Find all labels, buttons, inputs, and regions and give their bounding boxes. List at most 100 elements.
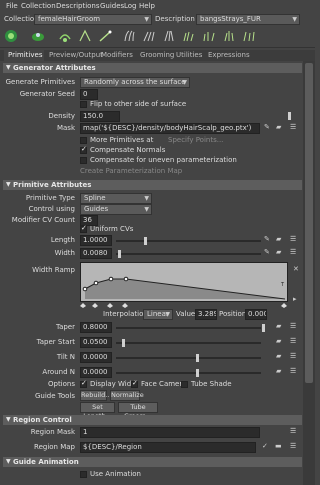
width-slider-knob[interactable] bbox=[118, 250, 121, 258]
scrollbar[interactable] bbox=[303, 61, 315, 485]
hair-brush-icon[interactable] bbox=[162, 29, 176, 43]
hair-icon[interactable] bbox=[122, 29, 136, 43]
guide-tool-icon[interactable] bbox=[78, 29, 92, 43]
menu-help[interactable]: Help bbox=[139, 2, 155, 10]
set-length-button[interactable]: Set Length... bbox=[80, 402, 115, 420]
rebuild-button[interactable]: Rebuild... bbox=[80, 390, 111, 401]
scrollbar-thumb[interactable] bbox=[305, 63, 313, 383]
menu-guides[interactable]: Guides bbox=[100, 2, 124, 10]
flip-checkbox[interactable] bbox=[80, 101, 87, 108]
tilt-n-slider-knob[interactable] bbox=[196, 354, 199, 362]
tab-preview-output[interactable]: Preview/Output bbox=[47, 50, 103, 61]
menu-lines-icon[interactable]: ☰ bbox=[290, 123, 296, 131]
menu-lines-icon[interactable]: ☰ bbox=[290, 337, 296, 345]
tilt-n-slider[interactable] bbox=[116, 357, 261, 359]
display-width-checkbox[interactable] bbox=[80, 379, 87, 388]
region-map-field[interactable]: ${DESC}/Region bbox=[80, 442, 256, 453]
hair-comb-icon[interactable] bbox=[142, 29, 156, 43]
around-n-slider[interactable] bbox=[116, 372, 261, 374]
grass-icon[interactable] bbox=[222, 29, 236, 43]
menu-lines-icon[interactable]: ☰ bbox=[290, 235, 296, 243]
length-slider-knob[interactable] bbox=[144, 237, 147, 245]
paint-icon[interactable]: ▰ bbox=[276, 248, 281, 256]
generate-primitives-dropdown[interactable]: Randomly across the surface ▼ bbox=[80, 77, 190, 88]
section-guide-animation[interactable]: ▼ Guide Animation bbox=[3, 457, 302, 467]
tab-modifiers[interactable]: Modifiers bbox=[99, 50, 133, 61]
collection-dropdown[interactable]: femaleHairGroom ▼ bbox=[34, 14, 152, 25]
section-generator-attributes[interactable]: ▼ Generator Attributes bbox=[3, 63, 302, 73]
chevron-right-icon[interactable]: ▸ bbox=[293, 295, 297, 303]
uniform-cvs-checkbox[interactable] bbox=[80, 224, 87, 233]
menu-log[interactable]: Log bbox=[124, 2, 137, 10]
control-using-dropdown[interactable]: Guides ▼ bbox=[80, 204, 152, 215]
guide-edit-icon[interactable] bbox=[98, 29, 112, 43]
normalize-button[interactable]: Normalize bbox=[110, 390, 144, 401]
use-animation-checkbox[interactable] bbox=[80, 471, 87, 478]
tube-shade-checkbox[interactable] bbox=[181, 381, 188, 388]
primitive-type-dropdown[interactable]: Spline ▼ bbox=[80, 193, 152, 204]
paint-icon[interactable]: ▰ bbox=[276, 235, 281, 243]
around-n-slider-knob[interactable] bbox=[196, 369, 199, 377]
ramp-position-field[interactable]: 0.000 bbox=[245, 309, 267, 320]
ramp-value-field[interactable]: 3.289 bbox=[195, 309, 217, 320]
more-primitives-checkbox[interactable] bbox=[80, 137, 87, 144]
paint-icon[interactable]: ▰ bbox=[276, 367, 281, 375]
close-icon[interactable]: ✕ bbox=[293, 265, 299, 273]
menu-lines-icon[interactable]: ☰ bbox=[290, 427, 296, 435]
menu-lines-icon[interactable]: ☰ bbox=[290, 248, 296, 256]
width-field[interactable]: 0.0080 bbox=[80, 248, 112, 259]
menu-lines-icon[interactable]: ☰ bbox=[290, 322, 296, 330]
brush-icon[interactable]: ✓ bbox=[262, 442, 268, 450]
tab-expressions[interactable]: Expressions bbox=[206, 50, 250, 61]
grass-icon[interactable] bbox=[182, 29, 196, 43]
section-region-control[interactable]: ▼ Region Control bbox=[3, 415, 302, 425]
paint-icon[interactable]: ▰ bbox=[276, 322, 281, 330]
length-field[interactable]: 1.0000 bbox=[80, 235, 112, 246]
taper-slider[interactable] bbox=[116, 327, 261, 329]
menu-lines-icon[interactable]: ☰ bbox=[290, 352, 296, 360]
taper-start-field[interactable]: 0.0500 bbox=[80, 337, 112, 348]
section-primitive-attributes[interactable]: ▼ Primitive Attributes bbox=[3, 180, 302, 190]
expression-edit-icon[interactable]: ✎ bbox=[264, 123, 270, 131]
tilt-n-field[interactable]: 0.0000 bbox=[80, 352, 112, 363]
paint-icon[interactable]: ▰ bbox=[276, 337, 281, 345]
interpolation-dropdown[interactable]: Linear ▼ bbox=[143, 309, 173, 320]
density-field[interactable]: 150.0 bbox=[80, 111, 120, 122]
taper-slider-knob[interactable] bbox=[262, 324, 265, 332]
width-slider[interactable] bbox=[116, 253, 261, 255]
tab-primitives[interactable]: Primitives bbox=[4, 50, 44, 61]
region-mask-field[interactable]: 1 bbox=[80, 427, 260, 438]
width-ramp-editor[interactable]: T bbox=[80, 262, 288, 302]
menu-lines-icon[interactable]: ☰ bbox=[290, 442, 296, 450]
density-slider-knob[interactable] bbox=[288, 112, 291, 120]
around-n-field[interactable]: 0.0000 bbox=[80, 367, 112, 378]
tab-utilities[interactable]: Utilities bbox=[174, 50, 202, 61]
grass-icon[interactable] bbox=[202, 29, 216, 43]
expression-edit-icon[interactable]: ✎ bbox=[264, 235, 270, 243]
mask-field[interactable]: map('${DESC}/density/bodyHairScalp_geo.p… bbox=[80, 123, 260, 134]
menu-collection[interactable]: Collection bbox=[21, 2, 56, 10]
expression-edit-icon[interactable]: ✎ bbox=[264, 248, 270, 256]
paint-icon[interactable]: ▰ bbox=[276, 352, 281, 360]
create-param-map-button[interactable]: Create Parameterization Map bbox=[80, 167, 182, 175]
menu-descriptions[interactable]: Descriptions bbox=[56, 2, 100, 10]
compensate-normals-checkbox[interactable] bbox=[80, 145, 87, 154]
menu-lines-icon[interactable]: ☰ bbox=[290, 367, 296, 375]
folder-icon[interactable]: ▬ bbox=[275, 442, 282, 450]
add-guide-icon[interactable] bbox=[58, 29, 72, 43]
menu-file[interactable]: File bbox=[6, 2, 18, 10]
add-description-icon[interactable] bbox=[31, 29, 45, 43]
paint-icon[interactable]: ▰ bbox=[276, 123, 281, 131]
add-collection-icon[interactable] bbox=[4, 29, 18, 43]
grass-icon[interactable] bbox=[242, 29, 256, 43]
taper-start-slider-knob[interactable] bbox=[122, 339, 125, 347]
specify-points-button[interactable]: Specify Points... bbox=[168, 136, 223, 144]
face-camera-checkbox[interactable] bbox=[131, 379, 138, 388]
description-dropdown[interactable]: bangsStrays_FUR ▼ bbox=[196, 14, 300, 25]
taper-field[interactable]: 0.8000 bbox=[80, 322, 112, 333]
compensate-uneven-checkbox[interactable] bbox=[80, 157, 87, 164]
length-slider[interactable] bbox=[116, 240, 261, 242]
taper-start-slider[interactable] bbox=[116, 342, 261, 344]
generator-seed-field[interactable]: 0 bbox=[80, 89, 98, 100]
tube-groom-button[interactable]: Tube Groom... bbox=[118, 402, 158, 420]
